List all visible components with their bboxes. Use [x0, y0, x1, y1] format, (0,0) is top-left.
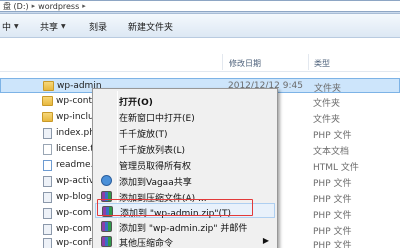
- file-type: 文件夹: [313, 99, 341, 109]
- file-name: wp-com: [56, 208, 92, 218]
- folder-icon: [42, 112, 53, 122]
- organize-button[interactable]: 中 ▼: [2, 20, 19, 33]
- file-name: wp-com: [56, 224, 92, 234]
- file-type: PHP 文件: [313, 131, 352, 141]
- breadcrumb-arrow-icon[interactable]: ▸: [82, 2, 86, 10]
- file-name: wp-activ: [56, 176, 95, 186]
- menu-item-label: 千千旋放(T): [119, 130, 168, 140]
- menu-item-label: 其他压缩命令: [119, 239, 174, 248]
- address-bar: 盘 (D:) ▸ wordpress ▸: [0, 0, 400, 14]
- breadcrumb-arrow-icon[interactable]: ▸: [32, 2, 36, 10]
- vagaa-icon: [101, 175, 112, 186]
- command-toolbar: 中 ▼ 共享 ▼ 刻录 新建文件夹: [0, 14, 400, 38]
- column-divider[interactable]: [308, 54, 309, 70]
- file-type: HTML 文件: [313, 163, 359, 173]
- php-file-icon: [43, 176, 52, 187]
- file-type: 文件夹: [313, 115, 341, 125]
- submenu-arrow-icon: ▶: [262, 236, 269, 245]
- menu-item-other-commands[interactable]: 其他压缩命令 ▶: [95, 234, 275, 248]
- new-folder-label: 新建文件夹: [128, 23, 174, 33]
- share-label: 共享: [40, 23, 59, 33]
- menu-item-open-new-window[interactable]: 在新窗口中打开(E): [95, 109, 275, 124]
- menu-item-label: 添加到 "wp-admin.zip" 并邮件: [119, 224, 248, 234]
- html-file-icon: [43, 160, 52, 171]
- menu-item-play[interactable]: 千千旋放(T): [95, 125, 275, 140]
- file-type: PHP 文件: [313, 241, 352, 248]
- burn-label: 刻录: [89, 23, 108, 33]
- file-name: readme.: [56, 160, 94, 170]
- menu-item-add-to-zip-email[interactable]: 添加到 "wp-admin.zip" 并邮件: [95, 219, 275, 234]
- file-name: wp-inclu: [56, 112, 94, 122]
- address-field[interactable]: 盘 (D:) ▸ wordpress ▸: [0, 0, 400, 12]
- chevron-down-icon: ▼: [61, 23, 66, 30]
- share-button[interactable]: 共享 ▼: [40, 20, 66, 33]
- menu-item-label: 添加到Vagaa共享: [119, 178, 192, 188]
- text-file-icon: [43, 144, 52, 155]
- folder-icon: [43, 81, 54, 91]
- highlight-annotation-box: [97, 199, 253, 216]
- menu-item-label: 打开(O): [119, 98, 153, 108]
- file-type: PHP 文件: [313, 211, 352, 221]
- address-segment-drive[interactable]: 盘 (D:): [3, 1, 29, 12]
- php-file-icon: [43, 128, 52, 139]
- file-type: PHP 文件: [313, 179, 352, 189]
- file-type: PHP 文件: [313, 195, 352, 205]
- chevron-down-icon: ▼: [14, 23, 19, 30]
- menu-item-take-ownership[interactable]: 管理员取得所有权: [95, 157, 275, 172]
- php-file-icon: [43, 192, 52, 203]
- file-type: 文本文档: [313, 147, 350, 157]
- column-header-date[interactable]: 修改日期: [229, 58, 261, 69]
- file-name: license.t: [56, 144, 94, 154]
- menu-item-open[interactable]: 打开(O): [95, 93, 275, 108]
- php-file-icon: [43, 238, 52, 248]
- address-segment-folder[interactable]: wordpress: [38, 2, 79, 11]
- winrar-icon: [101, 236, 112, 247]
- winrar-icon: [101, 221, 112, 232]
- burn-button[interactable]: 刻录: [89, 20, 107, 33]
- menu-item-vagaa-share[interactable]: 添加到Vagaa共享: [95, 173, 275, 188]
- column-header-type[interactable]: 类型: [314, 58, 330, 69]
- new-folder-button[interactable]: 新建文件夹: [128, 20, 173, 33]
- menu-item-play-list[interactable]: 千千旋放列表(L): [95, 141, 275, 156]
- file-name: wp-conf: [56, 238, 92, 248]
- folder-icon: [42, 96, 53, 106]
- menu-item-label: 管理员取得所有权: [119, 162, 192, 172]
- file-name: wp-blog: [56, 192, 92, 202]
- file-name: index.ph: [56, 128, 95, 138]
- file-name: wp-cont: [56, 96, 93, 106]
- php-file-icon: [43, 208, 52, 219]
- column-divider[interactable]: [222, 54, 223, 70]
- menu-item-label: 在新窗口中打开(E): [119, 114, 195, 124]
- context-menu: 打开(O) 在新窗口中打开(E) 千千旋放(T) 千千旋放列表(L) 管理员取得…: [92, 88, 278, 248]
- column-header-bar: 修改日期 类型: [0, 52, 400, 72]
- file-type: 文件夹: [314, 84, 342, 94]
- organize-label: 中: [2, 23, 12, 33]
- menu-item-label: 千千旋放列表(L): [119, 146, 186, 156]
- php-file-icon: [43, 224, 52, 235]
